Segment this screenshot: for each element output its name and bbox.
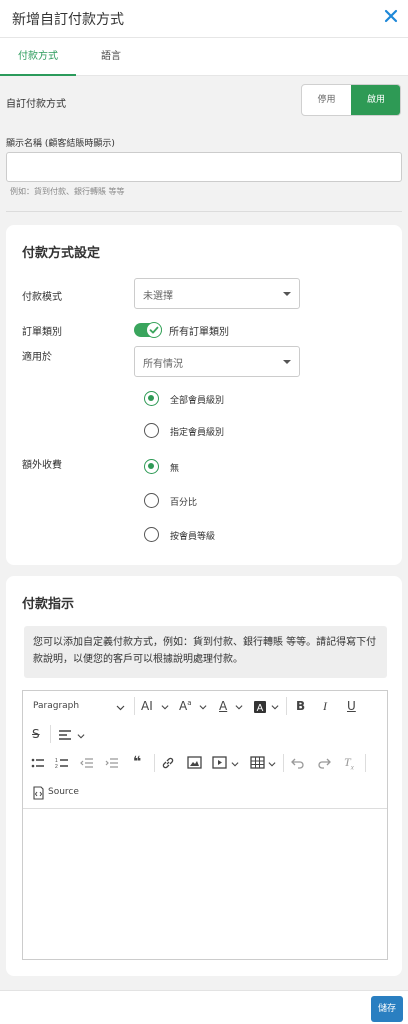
underline-icon[interactable]: U (347, 699, 356, 713)
tab-payment-method[interactable]: 付款方式 (0, 38, 76, 76)
display-name-label: 顯示名稱 (顧客結賬時顯示) (6, 139, 115, 149)
dialog-title: 新增自訂付款方式 (12, 12, 124, 28)
payment-instructions-title: 付款指示 (22, 597, 75, 612)
caret-down-icon (283, 360, 291, 364)
link-icon[interactable] (161, 756, 175, 770)
display-name-hint: 例如：貨到付款、銀行轉賬 等等 (10, 187, 125, 196)
svg-text:2: 2 (55, 764, 58, 769)
toolbar-separator (286, 697, 287, 715)
svg-text:A: A (257, 703, 264, 714)
align-icon[interactable] (58, 729, 72, 741)
order-type-switch-label: 所有訂單類別 (169, 327, 229, 338)
indent-icon[interactable] (105, 757, 119, 769)
rich-text-editor: Paragraph AI Aa A A B I U S 12 ❝ Tx Sour… (22, 690, 388, 960)
chevron-down-icon[interactable] (77, 732, 85, 740)
source-button[interactable]: Source (48, 787, 79, 797)
table-icon[interactable] (250, 756, 265, 769)
chevron-down-icon[interactable] (235, 703, 243, 711)
media-embed-icon[interactable] (212, 756, 227, 769)
tab-language[interactable]: 語言 (80, 38, 142, 76)
chevron-down-icon[interactable] (271, 703, 279, 711)
radio-by-member-level[interactable] (144, 527, 159, 542)
disable-button[interactable]: 停用 (302, 85, 351, 115)
order-type-switch[interactable] (134, 322, 162, 338)
chevron-down-icon[interactable] (199, 703, 207, 711)
strikethrough-icon[interactable]: S (32, 727, 40, 741)
radio-label: 指定會員級別 (170, 428, 225, 438)
applies-to-select[interactable]: 所有情況 (134, 346, 300, 377)
payment-mode-label: 付款模式 (22, 292, 62, 303)
caret-down-icon (283, 292, 291, 296)
font-family-icon[interactable]: Aa (179, 699, 192, 713)
tab-bar: 付款方式 語言 (0, 38, 408, 76)
applies-to-label: 適用於 (22, 352, 52, 363)
payment-settings-title: 付款方式設定 (22, 246, 101, 261)
radio-no-fee[interactable] (144, 459, 159, 474)
radio-label: 按會員等級 (170, 532, 216, 542)
toolbar-separator (283, 754, 284, 772)
close-icon[interactable] (384, 9, 398, 23)
instructions-notice: 您可以添加自定義付款方式，例如：貨到付款、銀行轉賬 等等。請記得寫下付款說明，以… (24, 626, 387, 678)
block-quote-icon[interactable]: ❝ (133, 754, 141, 770)
custom-payment-label: 自訂付款方式 (6, 99, 66, 110)
enable-toggle-group: 停用 啟用 (301, 84, 401, 116)
toolbar-separator (134, 697, 135, 715)
toolbar-separator (154, 754, 155, 772)
toolbar-separator (365, 754, 366, 772)
order-type-label: 訂單類別 (22, 327, 62, 338)
chevron-down-icon[interactable] (116, 703, 125, 712)
enable-button[interactable]: 啟用 (351, 85, 400, 115)
save-button[interactable]: 儲存 (371, 996, 403, 1022)
radio-label: 百分比 (170, 498, 198, 508)
numbered-list-icon[interactable]: 12 (55, 757, 69, 769)
radio-all-member-levels[interactable] (144, 391, 159, 406)
switch-knob (146, 322, 162, 338)
chevron-down-icon[interactable] (268, 760, 276, 768)
dialog-header: 新增自訂付款方式 (0, 0, 408, 38)
display-name-input[interactable] (6, 152, 402, 182)
undo-icon[interactable] (291, 757, 305, 769)
paragraph-format-select[interactable]: Paragraph (33, 701, 79, 711)
dialog-footer: 儲存 (0, 990, 408, 1024)
font-color-icon[interactable]: A (219, 699, 227, 713)
source-icon[interactable] (31, 786, 45, 800)
chevron-down-icon[interactable] (161, 703, 169, 711)
bold-icon[interactable]: B (296, 699, 305, 713)
outdent-icon[interactable] (80, 757, 94, 769)
divider (6, 211, 402, 212)
font-size-icon[interactable]: AI (141, 699, 153, 713)
redo-icon[interactable] (317, 757, 331, 769)
payment-mode-value: 未選擇 (143, 291, 173, 302)
extra-fee-label: 額外收費 (22, 460, 62, 471)
radio-label: 全部會員級別 (170, 396, 225, 406)
editor-content-area[interactable] (23, 809, 387, 959)
radio-specific-member-levels[interactable] (144, 423, 159, 438)
remove-format-icon[interactable]: Tx (344, 755, 354, 771)
check-icon (149, 326, 159, 334)
background-color-icon[interactable]: A (253, 700, 267, 714)
image-icon[interactable] (187, 756, 202, 769)
italic-icon[interactable]: I (323, 699, 327, 714)
applies-to-value: 所有情況 (143, 359, 183, 370)
bulleted-list-icon[interactable] (31, 757, 45, 769)
toolbar-separator (50, 725, 51, 743)
radio-percentage[interactable] (144, 493, 159, 508)
chevron-down-icon[interactable] (231, 760, 239, 768)
payment-mode-select[interactable]: 未選擇 (134, 278, 300, 309)
radio-label: 無 (170, 464, 180, 474)
